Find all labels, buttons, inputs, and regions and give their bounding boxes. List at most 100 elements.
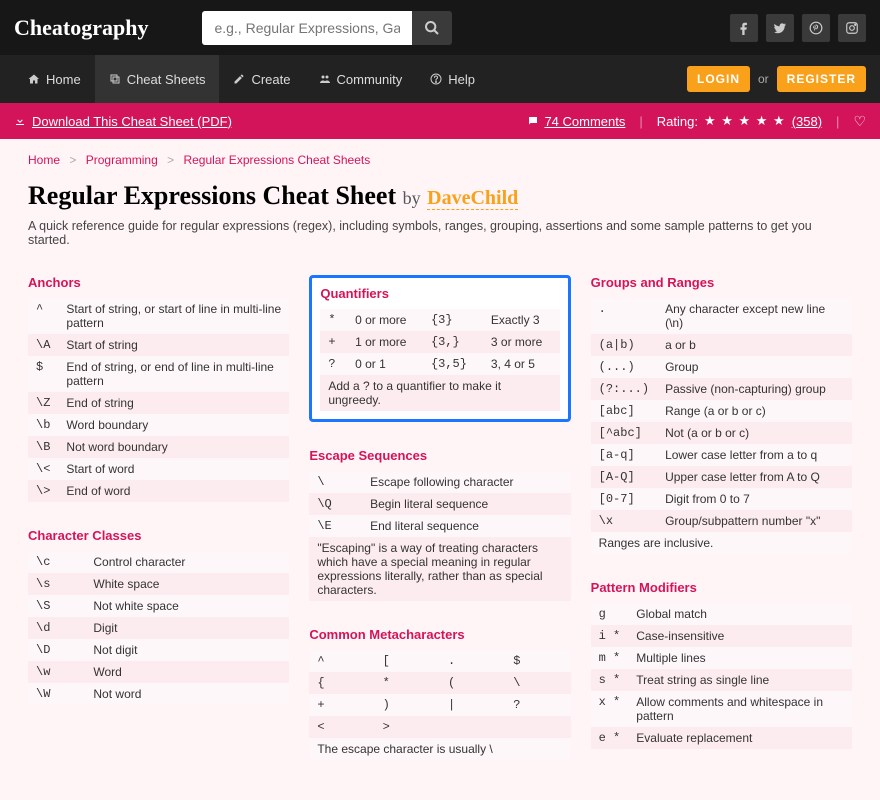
groups-card: Groups and Ranges .Any character except … [591, 275, 852, 554]
symbol-cell: [^abc] [591, 422, 657, 444]
nav-cheat-sheets[interactable]: Cheat Sheets [95, 55, 220, 103]
author-link[interactable]: DaveChild [427, 187, 518, 210]
nav-help-label: Help [448, 72, 475, 87]
symbol-cell: (...) [591, 356, 657, 378]
nav-community[interactable]: Community [305, 55, 417, 103]
symbol-cell: \> [28, 480, 58, 502]
search-button[interactable] [412, 11, 452, 45]
download-link[interactable]: Download This Cheat Sheet (PDF) [32, 114, 232, 129]
breadcrumb-regex[interactable]: Regular Expressions Cheat Sheets [183, 153, 370, 167]
description-cell: Allow comments and whitespace in pattern [628, 691, 852, 727]
table-row: \ZEnd of string [28, 392, 289, 414]
nav-create-label: Create [251, 72, 290, 87]
rating-stars[interactable]: ★ ★ ★ ★ ★ [704, 113, 786, 129]
modifiers-card: Pattern Modifiers gGlobal matchi *Case-i… [591, 580, 852, 749]
note-cell: The escape character is usually \ [309, 738, 570, 760]
description-cell: Start of word [58, 458, 289, 480]
comments-link[interactable]: 74 Comments [544, 114, 625, 129]
register-button[interactable]: REGISTER [777, 66, 866, 92]
table-row: [abc]Range (a or b or c) [591, 400, 852, 422]
symbol-cell: i * [591, 625, 629, 647]
favorite-icon[interactable]: ♡ [853, 113, 866, 130]
description-cell: Start of string, or start of line in mul… [58, 298, 289, 334]
table-row: (?:...)Passive (non-capturing) group [591, 378, 852, 400]
symbol-cell: ^ [309, 650, 374, 672]
rating-count-link[interactable]: (358) [792, 114, 822, 129]
charclasses-card: Character Classes \cControl character\sW… [28, 528, 289, 705]
description-cell: Exactly 3 [483, 309, 560, 331]
commonmeta-card: Common Metacharacters ^[.${*(\+)|?<>The … [309, 627, 570, 760]
symbol-cell: [0-7] [591, 488, 657, 510]
symbol-cell: $ [28, 356, 58, 392]
pinterest-icon[interactable] [802, 14, 830, 42]
table-row: \bWord boundary [28, 414, 289, 436]
description-cell: Not white space [85, 595, 289, 617]
copy-icon [109, 73, 121, 85]
symbol-cell: (a|b) [591, 334, 657, 356]
table-row: [a-q]Lower case letter from a to q [591, 444, 852, 466]
facebook-icon[interactable] [730, 14, 758, 42]
symbol-cell: (?:...) [591, 378, 657, 400]
table-row: \<Start of word [28, 458, 289, 480]
charclasses-table: \cControl character\sWhite space\SNot wh… [28, 551, 289, 705]
nav-create[interactable]: Create [219, 55, 304, 103]
description-cell: Not word boundary [58, 436, 289, 458]
symbol-cell: * [320, 309, 347, 331]
column-2: Quantifiers *0 or more{3}Exactly 3+1 or … [309, 275, 570, 760]
symbol-cell: \ [309, 471, 362, 493]
description-cell: a or b [657, 334, 852, 356]
description-cell: Upper case letter from A to Q [657, 466, 852, 488]
table-row: \QBegin literal sequence [309, 493, 570, 515]
description-cell: Evaluate replacement [628, 727, 852, 749]
nav-help[interactable]: Help [416, 55, 489, 103]
table-row: \EEnd literal sequence [309, 515, 570, 537]
symbol-cell: ( [440, 672, 505, 694]
description-cell: Lower case letter from a to q [657, 444, 852, 466]
table-row: +1 or more{3,}3 or more [320, 331, 559, 353]
table-row: s *Treat string as single line [591, 669, 852, 691]
description-cell: Word [85, 661, 289, 683]
description-cell: Escape following character [362, 471, 571, 493]
escapes-title: Escape Sequences [309, 448, 570, 463]
symbol-cell [505, 716, 570, 738]
page-content: Home > Programming > Regular Expressions… [0, 139, 880, 800]
groups-table: .Any character except new line (\n)(a|b)… [591, 298, 852, 554]
symbol-cell: \W [28, 683, 85, 705]
home-icon [28, 73, 40, 85]
table-row: .Any character except new line (\n) [591, 298, 852, 334]
breadcrumb-programming[interactable]: Programming [86, 153, 158, 167]
symbol-cell: \D [28, 639, 85, 661]
description-cell: Treat string as single line [628, 669, 852, 691]
download-icon [14, 115, 26, 127]
site-logo[interactable]: Cheatography [14, 15, 148, 41]
symbol-cell: ) [375, 694, 440, 716]
column-1: Anchors ^Start of string, or start of li… [28, 275, 289, 760]
symbol-cell: . [440, 650, 505, 672]
description-cell: 1 or more [347, 331, 423, 353]
table-row: e *Evaluate replacement [591, 727, 852, 749]
symbol-cell: m * [591, 647, 629, 669]
table-note-row: The escape character is usually \ [309, 738, 570, 760]
description-cell: Multiple lines [628, 647, 852, 669]
description-cell: Begin literal sequence [362, 493, 571, 515]
description-cell: Word boundary [58, 414, 289, 436]
instagram-icon[interactable] [838, 14, 866, 42]
table-row: \SNot white space [28, 595, 289, 617]
rating-label: Rating: [657, 114, 698, 129]
search-input[interactable] [202, 11, 412, 45]
twitter-icon[interactable] [766, 14, 794, 42]
description-cell: End of string, or end of line in multi-l… [58, 356, 289, 392]
note-cell: Add a ? to a quantifier to make it ungre… [320, 375, 559, 411]
table-row: \wWord [28, 661, 289, 683]
login-button[interactable]: LOGIN [687, 66, 750, 92]
symbol-cell: \A [28, 334, 58, 356]
symbol-cell: [a-q] [591, 444, 657, 466]
quantifiers-title: Quantifiers [320, 286, 559, 301]
symbol-cell: + [309, 694, 374, 716]
table-note-row: Ranges are inclusive. [591, 532, 852, 554]
breadcrumb-home[interactable]: Home [28, 153, 60, 167]
symbol-cell: \B [28, 436, 58, 458]
nav-home[interactable]: Home [14, 55, 95, 103]
auth-or-text: or [758, 72, 769, 86]
page-title: Regular Expressions Cheat Sheet by DaveC… [28, 181, 852, 211]
